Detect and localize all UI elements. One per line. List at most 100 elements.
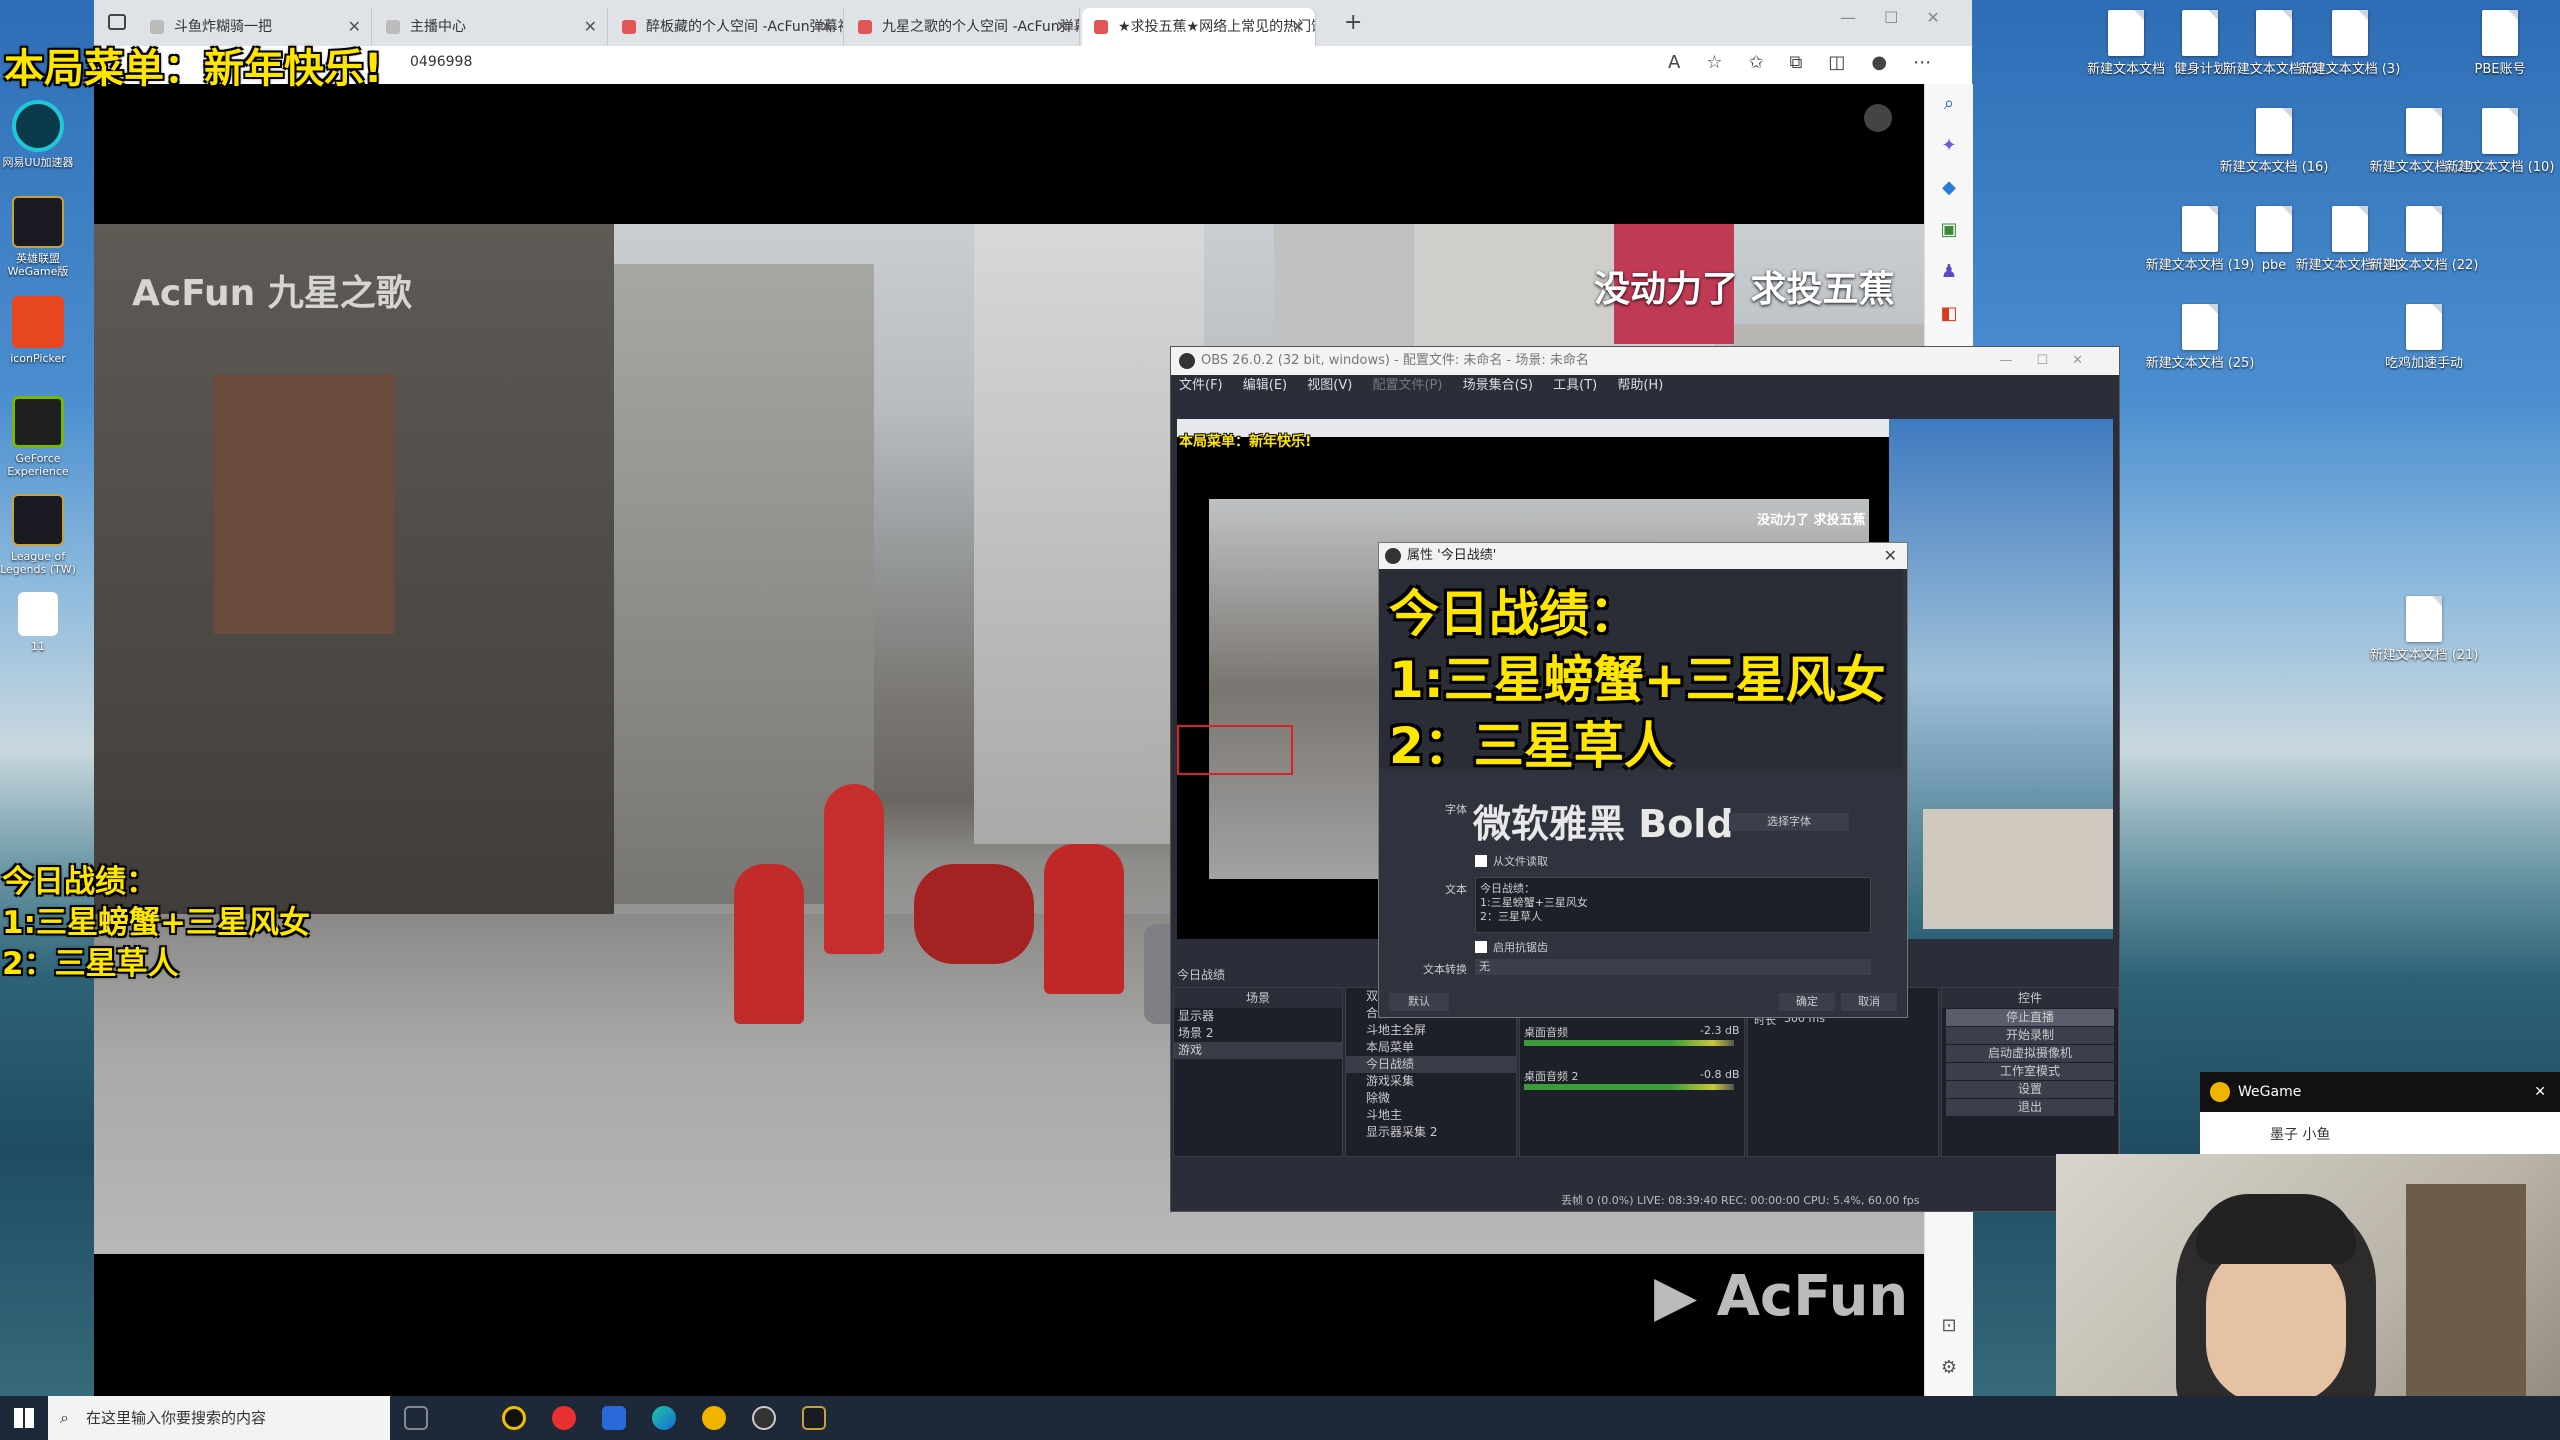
tab-acfun-space-2[interactable]: 九星之歌的个人空间 -AcFun弹幕 ✕ (846, 8, 1080, 46)
league-taskbar-icon[interactable] (802, 1406, 826, 1430)
menu-profile[interactable]: 配置文件(P) (1372, 378, 1442, 393)
wegame-logo-icon (2210, 1082, 2230, 1102)
scene-item[interactable]: 显示器 (1174, 1008, 1342, 1025)
start-recording-button[interactable]: 开始录制 (1946, 1027, 2114, 1044)
games-icon[interactable]: ♟ (1937, 260, 1961, 284)
obs-logo-icon (1179, 353, 1195, 369)
geforce-experience-icon[interactable]: GeForce Experience (0, 396, 76, 478)
text-input[interactable]: 今日战绩： 1:三星螃蟹+三星风女 2：三星草人 (1475, 877, 1871, 933)
mini-subtitle: 没动力了 求投五蕉 (1757, 513, 1866, 528)
text-source-preview: 今日战绩： 1:三星螃蟹+三星风女 2：三星草人 (1379, 569, 1903, 775)
desktop-file-icon[interactable]: PBE账号 (2440, 10, 2560, 77)
tag-icon[interactable]: ◆ (1937, 176, 1961, 200)
desktop-file-icon[interactable]: 新建文本文档 (25) (2140, 304, 2260, 371)
player-settings-icon[interactable] (1864, 104, 1892, 132)
photos-icon[interactable] (602, 1406, 626, 1430)
desktop-file-icon[interactable]: 新建文本文档 (22) (2364, 206, 2484, 273)
audio-meter (1524, 1040, 1734, 1046)
controls-header: 控件 (1942, 988, 2118, 1008)
desktop-file-icon[interactable]: 新建文本文档 (10) (2440, 108, 2560, 175)
windows-start-icon[interactable] (14, 1408, 34, 1428)
image-file-icon[interactable]: 11 (0, 592, 76, 653)
menu-help[interactable]: 帮助(H) (1617, 378, 1663, 393)
obs-taskbar-icon[interactable] (752, 1406, 776, 1430)
copilot-icon[interactable]: ✦ (1937, 134, 1961, 158)
page-favicon-icon (386, 20, 400, 34)
tab-actions-icon[interactable] (108, 14, 126, 30)
video-subtitle: 没动力了 求投五蕉 (1594, 269, 1895, 310)
icon-picker-icon[interactable]: iconPicker (0, 296, 76, 365)
settings-button[interactable]: 设置 (1946, 1081, 2114, 1098)
league-tw-icon[interactable]: League of Legends (TW) (0, 494, 76, 576)
menu-tools[interactable]: 工具(T) (1553, 378, 1597, 393)
scene-item-selected[interactable]: 游戏 (1174, 1042, 1342, 1059)
stats-overlay: 今日战绩： 1:三星螃蟹+三星风女 2：三星草人 (2, 864, 310, 982)
source-item[interactable]: 显示器采集 2 (1346, 1124, 1516, 1141)
virtual-camera-button[interactable]: 启动虚拟摄像机 (1946, 1045, 2114, 1062)
exit-button[interactable]: 退出 (1946, 1099, 2114, 1116)
app-icon[interactable] (502, 1406, 526, 1430)
obs-menu-bar: 文件(F) 编辑(E) 视图(V) 配置文件(P) 场景集合(S) 工具(T) … (1171, 375, 2119, 397)
close-tab-icon[interactable]: ✕ (820, 8, 833, 46)
close-tab-icon[interactable]: ✕ (1056, 8, 1069, 46)
task-view-icon[interactable] (404, 1406, 428, 1430)
edge-browser-icon[interactable] (652, 1406, 676, 1430)
mixer-channel-name: 桌面音频 2 (1524, 1070, 1579, 1083)
new-tab-button[interactable]: + (1344, 10, 1362, 35)
scenes-header: 场景 (1174, 988, 1342, 1008)
selected-source-box[interactable] (1177, 725, 1293, 775)
menu-view[interactable]: 视图(V) (1307, 378, 1352, 393)
source-item[interactable]: 斗地主 (1346, 1107, 1516, 1124)
audio-meter (1524, 1084, 1734, 1090)
league-wegame-icon[interactable]: 英雄联盟WeGame版 (0, 196, 76, 278)
cancel-button[interactable]: 取消 (1841, 993, 1897, 1011)
office-icon[interactable]: ◧ (1937, 302, 1961, 326)
tools-icon[interactable]: ▣ (1937, 218, 1961, 242)
tab-acfun-space-1[interactable]: 醉板藏的个人空间 -AcFun弹幕视 ✕ (610, 8, 844, 46)
menu-file[interactable]: 文件(F) (1179, 378, 1223, 393)
default-button[interactable]: 默认 (1389, 993, 1449, 1011)
menu-banner: 本局菜单：新年快乐! (4, 46, 383, 92)
scene-item[interactable]: 场景 2 (1174, 1025, 1342, 1042)
close-icon[interactable]: ✕ (1884, 543, 1897, 569)
close-tab-icon[interactable]: ✕ (1292, 8, 1305, 46)
tab-acfun-video[interactable]: ★求投五蕉★网络上常见的热门饭 ✕ (1082, 8, 1316, 46)
preview-text: 今日战绩： 1:三星螃蟹+三星风女 2：三星草人 (1389, 585, 1886, 775)
close-icon[interactable]: ✕ (2534, 1072, 2546, 1112)
desktop-file-icon[interactable]: 新建文本文档 (3) (2290, 10, 2410, 77)
acfun-favicon-icon (1094, 20, 1108, 34)
toolbar-icons[interactable]: A☆✩⧉◫●⋯ (1668, 52, 1957, 73)
gear-icon[interactable]: ⚙ (1937, 1356, 1961, 1380)
desktop-file-icon[interactable]: 新建文本文档 (21) (2364, 596, 2484, 663)
close-tab-icon[interactable]: ✕ (584, 8, 597, 46)
menu-scene-collection[interactable]: 场景集合(S) (1463, 378, 1533, 393)
text-label: 文本 (1445, 883, 1467, 896)
tab-streamer-center[interactable]: 主播中心 ✕ (374, 8, 608, 46)
source-item[interactable]: 除微 (1346, 1090, 1516, 1107)
window-controls[interactable]: —☐✕ (1999, 347, 2107, 375)
menu-edit[interactable]: 编辑(E) (1243, 378, 1287, 393)
source-item[interactable]: 斗地主全屏 (1346, 1022, 1516, 1039)
desktop-file-icon[interactable]: 吃鸡加速手动 (2364, 304, 2484, 371)
uu-accelerator-icon[interactable]: 网易UU加速器 (0, 100, 76, 169)
properties-dialog: 属性 '今日战绩' ✕ 今日战绩： 1:三星螃蟹+三星风女 2：三星草人 字体 … (1378, 542, 1908, 1018)
transform-label: 文本转换 (1423, 963, 1467, 976)
select-font-button[interactable]: 选择字体 (1729, 813, 1849, 831)
source-item[interactable]: 本局菜单 (1346, 1039, 1516, 1056)
antialias-checkbox[interactable] (1475, 941, 1487, 953)
from-file-checkbox[interactable] (1475, 855, 1487, 867)
netease-music-icon[interactable] (552, 1406, 576, 1430)
desktop-file-icon[interactable]: 新建文本文档 (16) (2214, 108, 2334, 175)
wegame-taskbar-icon[interactable] (702, 1406, 726, 1430)
sidebar-toggle-icon[interactable]: ⊡ (1937, 1314, 1961, 1338)
window-controls[interactable]: —☐✕ (1840, 8, 1968, 27)
stop-streaming-button[interactable]: 停止直播 (1946, 1009, 2114, 1026)
taskbar-search[interactable]: ⌕ 在这里输入你要搜索的内容 (48, 1396, 390, 1440)
search-icon[interactable]: ⌕ (1937, 92, 1961, 116)
mixer-channel-db: -2.3 dB (1700, 1024, 1740, 1037)
source-item[interactable]: 游戏采集 (1346, 1073, 1516, 1090)
source-item-selected[interactable]: 今日战绩 (1346, 1056, 1516, 1073)
ok-button[interactable]: 确定 (1779, 993, 1835, 1011)
transform-select[interactable]: 无 (1475, 959, 1871, 975)
studio-mode-button[interactable]: 工作室模式 (1946, 1063, 2114, 1080)
